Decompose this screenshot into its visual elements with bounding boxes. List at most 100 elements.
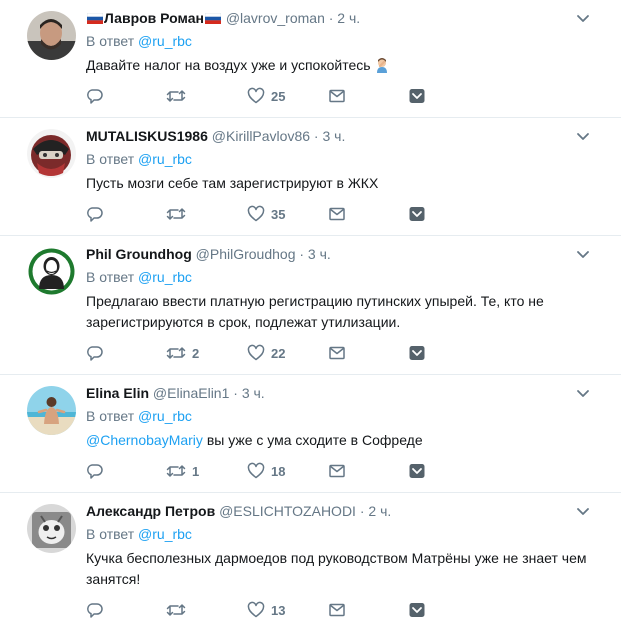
caret-down-icon[interactable] [575,128,591,144]
save-icon [409,89,425,103]
reply-button[interactable] [86,461,110,481]
reply-to: В ответ @ru_rbc [86,524,605,544]
reply-to-link[interactable]: @ru_rbc [138,526,192,542]
like-count: 22 [271,345,286,361]
reply-to-link[interactable]: @ru_rbc [138,269,192,285]
flag-ru-icon [204,13,221,24]
save-button[interactable] [408,343,426,363]
retweet-icon [166,90,186,102]
save-button[interactable] [408,204,426,224]
reply-icon [87,346,103,361]
reply-button[interactable] [86,600,110,620]
retweet-button[interactable] [166,86,192,106]
reply-prefix: В ответ [86,151,135,167]
user-handle[interactable]: @ElinaElin1 [153,385,229,401]
reply-to-link[interactable]: @ru_rbc [138,408,192,424]
user-handle[interactable]: @KirillPavlov86 [212,128,310,144]
tweet[interactable]: Elina Elin @ElinaElin1 · 3 ч. В ответ @r… [0,375,621,493]
tweet[interactable]: Лавров Роман @lavrov_roman · 2 ч. В отве… [0,0,621,118]
reply-to-link[interactable]: @ru_rbc [138,151,192,167]
user-name[interactable]: Александр Петров [86,503,215,519]
retweet-button[interactable] [166,204,192,224]
user-name[interactable]: Лавров Роман [104,10,204,26]
user-handle[interactable]: @PhilGroudhog [196,246,296,262]
caret-down-icon[interactable] [575,10,591,26]
user-handle[interactable]: @lavrov_roman [226,10,325,26]
user-name[interactable]: Elina Elin [86,385,149,401]
reply-prefix: В ответ [86,269,135,285]
reply-button[interactable] [86,86,110,106]
avatar[interactable] [27,11,76,60]
like-count: 35 [271,206,286,222]
retweet-icon [166,208,186,220]
tweet[interactable]: Phil Groundhog @PhilGroudhog · 3 ч. В от… [0,236,621,375]
reply-to-link[interactable]: @ru_rbc [138,33,192,49]
reply-icon [87,464,103,479]
save-icon [409,346,425,360]
retweet-count: 2 [192,345,200,361]
user-name[interactable]: Phil Groundhog [86,246,192,262]
reply-prefix: В ответ [86,526,135,542]
like-icon [247,462,265,479]
avatar[interactable] [27,129,76,178]
retweet-button[interactable]: 2 [166,343,199,363]
reply-button[interactable] [86,204,110,224]
avatar[interactable] [27,504,76,553]
save-icon [409,207,425,221]
reply-to: В ответ @ru_rbc [86,406,605,426]
tweet[interactable]: MUTALISKUS1986 @KirillPavlov86 · 3 ч. В … [0,118,621,236]
tweet[interactable]: Александр Петров @ESLICHTOZAHODI · 2 ч. … [0,493,621,632]
message-icon [329,89,345,103]
reply-to: В ответ @ru_rbc [86,149,605,169]
save-button[interactable] [408,86,426,106]
tweet-actions: 2 22 [86,333,605,377]
save-icon [409,464,425,478]
reply-prefix: В ответ [86,408,135,424]
retweet-button[interactable]: 1 [166,461,199,481]
save-icon [409,603,425,617]
like-icon [247,87,265,104]
like-icon [247,601,265,618]
tweet-time[interactable]: · 3 ч. [299,246,330,262]
save-button[interactable] [408,461,426,481]
message-button[interactable] [328,86,346,106]
user-handle[interactable]: @ESLICHTOZAHODI [219,503,356,519]
tweet-text-body: Давайте налог на воздух уже и успокойтес… [86,57,371,73]
reply-icon [87,207,103,222]
like-button[interactable]: 25 [247,86,285,106]
reply-button[interactable] [86,343,110,363]
save-button[interactable] [408,600,426,620]
message-button[interactable] [328,343,346,363]
message-button[interactable] [328,461,346,481]
facepalm-emoji-icon [374,57,390,73]
caret-down-icon[interactable] [575,246,591,262]
reply-prefix: В ответ [86,33,135,49]
tweet-actions: 35 [86,194,605,238]
tweet-time[interactable]: · 3 ч. [233,385,264,401]
tweet-text: Пусть мозги себе там зарегистрируют в ЖК… [86,175,379,191]
like-button[interactable]: 18 [247,461,285,481]
mention-link[interactable]: @ChernobayMariy [86,432,203,448]
reply-to: В ответ @ru_rbc [86,31,605,51]
avatar[interactable] [27,247,76,296]
tweet-time[interactable]: · 2 ч. [360,503,391,519]
user-name[interactable]: MUTALISKUS1986 [86,128,208,144]
like-button[interactable]: 13 [247,600,285,620]
caret-down-icon[interactable] [575,385,591,401]
caret-down-icon[interactable] [575,503,591,519]
message-button[interactable] [328,600,346,620]
tweet-text: Кучка бесполезных дармоедов под руководс… [86,550,587,587]
like-count: 18 [271,463,286,479]
tweet-actions: 25 [86,76,605,120]
tweet-time[interactable]: · 2 ч. [329,10,360,26]
reply-icon [87,603,103,618]
like-button[interactable]: 35 [247,204,285,224]
retweet-icon [166,347,186,359]
tweet-text: Предлагаю ввести платную регистрацию пут… [86,293,544,330]
retweet-button[interactable] [166,600,192,620]
message-button[interactable] [328,204,346,224]
like-button[interactable]: 22 [247,343,285,363]
retweet-count: 1 [192,463,200,479]
avatar[interactable] [27,386,76,435]
tweet-time[interactable]: · 3 ч. [314,128,345,144]
